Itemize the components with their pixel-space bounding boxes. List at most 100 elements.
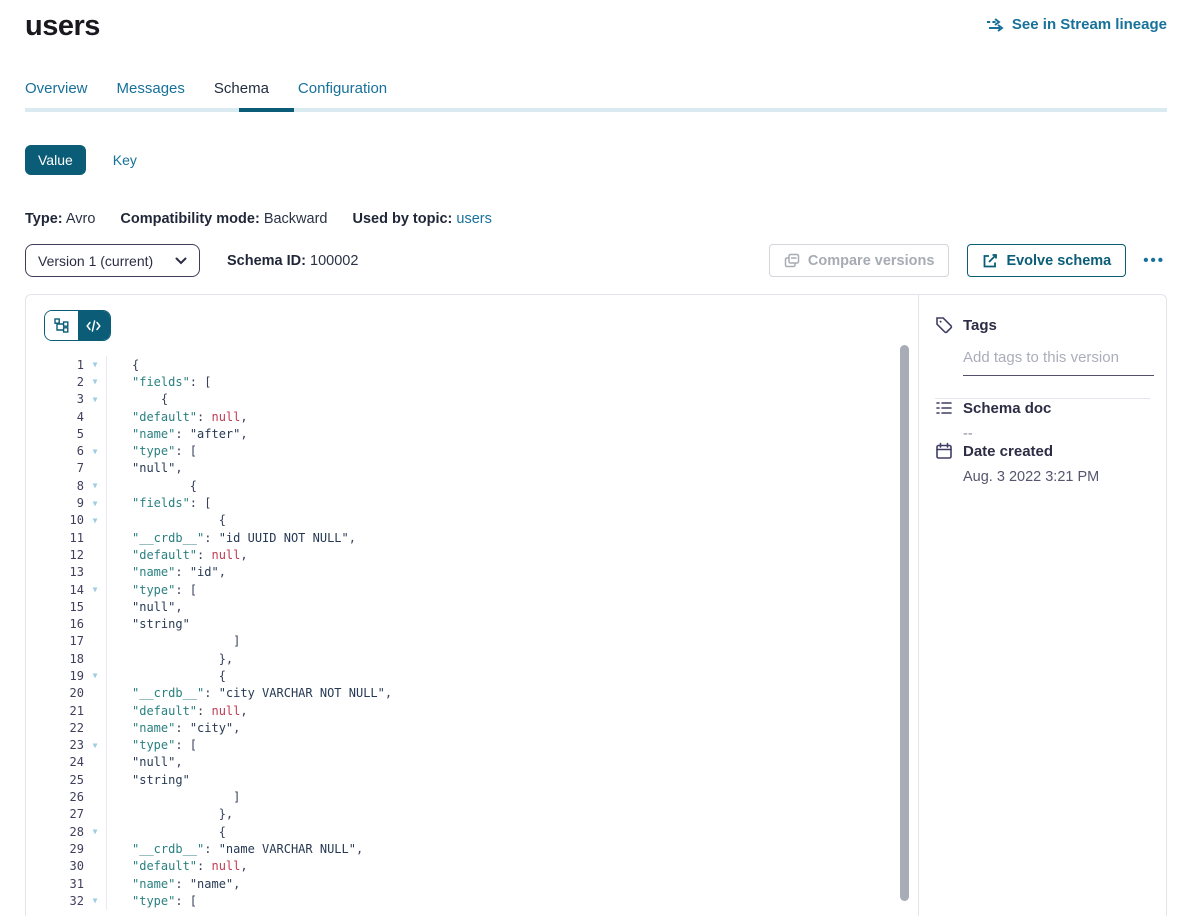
fold-arrow-icon[interactable]: ▼ — [84, 516, 106, 525]
date-created-heading: Date created — [963, 443, 1053, 460]
code-text: "default": null, — [106, 858, 918, 875]
value-toggle-button[interactable]: Value — [25, 145, 86, 175]
code-text: "name": "name", — [106, 875, 918, 892]
fold-arrow-icon[interactable]: ▼ — [84, 827, 106, 836]
schema-page: users See in Stream lineage Overview Mes… — [0, 0, 1189, 916]
code-text: "default": null, — [106, 702, 918, 719]
edit-icon — [982, 253, 998, 269]
code-text: ] — [106, 788, 918, 805]
fold-arrow-icon[interactable]: ▼ — [84, 585, 106, 594]
line-number: 31 — [26, 877, 84, 891]
line-number: 14 — [26, 583, 84, 597]
tab-configuration[interactable]: Configuration — [298, 80, 387, 97]
schema-code-editor[interactable]: 1▼{2▼ "fields": [3▼ {4 "default": null,5… — [26, 295, 919, 916]
tag-icon — [935, 316, 953, 334]
active-tab-indicator — [239, 108, 294, 112]
fold-arrow-icon[interactable]: ▼ — [84, 741, 106, 750]
fold-arrow-icon[interactable]: ▼ — [84, 499, 106, 508]
code-text: }, — [106, 806, 918, 823]
schema-id-value: 100002 — [310, 253, 358, 269]
code-line: 8▼ { — [26, 477, 918, 494]
code-text: { — [106, 823, 918, 840]
key-value-toggle: Value Key — [25, 145, 1167, 175]
tree-view-icon — [54, 318, 69, 333]
page-header: users See in Stream lineage — [25, 0, 1167, 43]
schema-controls-row: Version 1 (current) Schema ID: 100002 Co… — [25, 244, 1167, 277]
type-value: Avro — [66, 211, 96, 227]
code-line: 27 }, — [26, 806, 918, 823]
see-in-stream-lineage-link[interactable]: See in Stream lineage — [986, 16, 1167, 33]
line-number: 18 — [26, 652, 84, 666]
line-number: 24 — [26, 755, 84, 769]
compatibility-value: Backward — [264, 211, 328, 227]
code-text: { — [106, 477, 918, 494]
code-line: 9▼ "fields": [ — [26, 494, 918, 511]
code-line: 30 "default": null, — [26, 858, 918, 875]
line-number: 1 — [26, 358, 84, 372]
code-text: "name": "city", — [106, 719, 918, 736]
code-line: 26 ] — [26, 788, 918, 805]
topic-link[interactable]: users — [456, 211, 491, 227]
code-text: "null", — [106, 598, 918, 615]
line-number: 6 — [26, 444, 84, 458]
fold-arrow-icon[interactable]: ▼ — [84, 377, 106, 386]
line-number: 17 — [26, 634, 84, 648]
code-text: "null", — [106, 754, 918, 771]
code-view-button[interactable] — [78, 311, 111, 340]
schema-detail-panel: 1▼{2▼ "fields": [3▼ {4 "default": null,5… — [25, 294, 1167, 916]
fold-arrow-icon[interactable]: ▼ — [84, 360, 106, 369]
code-text: { — [106, 667, 918, 684]
fold-arrow-icon[interactable]: ▼ — [84, 481, 106, 490]
schema-doc-heading: Schema doc — [963, 400, 1051, 417]
code-text: "type": [ — [106, 892, 918, 909]
code-line: 12 "default": null, — [26, 546, 918, 563]
date-created-section: Date created Aug. 3 2022 3:21 PM — [935, 442, 1150, 485]
fold-arrow-icon[interactable]: ▼ — [84, 896, 106, 905]
chevron-down-icon — [175, 257, 187, 265]
code-line: 28▼ { — [26, 823, 918, 840]
code-line: 13 "name": "id", — [26, 564, 918, 581]
line-number: 26 — [26, 790, 84, 804]
tab-messages[interactable]: Messages — [117, 80, 185, 97]
fold-arrow-icon[interactable]: ▼ — [84, 671, 106, 680]
code-line: 6▼ "type": [ — [26, 442, 918, 459]
evolve-schema-button[interactable]: Evolve schema — [967, 244, 1126, 277]
used-by-topic-label: Used by topic: — [352, 211, 452, 227]
code-line: 19▼ { — [26, 667, 918, 684]
code-line: 4 "default": null, — [26, 408, 918, 425]
version-select[interactable]: Version 1 (current) — [25, 244, 200, 277]
evolve-schema-label: Evolve schema — [1006, 253, 1111, 269]
fold-arrow-icon[interactable]: ▼ — [84, 447, 106, 456]
schema-doc-section: Schema doc -- — [935, 399, 1150, 442]
code-line: 7 "null", — [26, 460, 918, 477]
code-text: { — [106, 391, 918, 408]
see-in-stream-lineage-label: See in Stream lineage — [1012, 16, 1167, 33]
line-number: 11 — [26, 531, 84, 545]
line-number: 27 — [26, 807, 84, 821]
code-text: "type": [ — [106, 442, 918, 459]
code-text: "type": [ — [106, 737, 918, 754]
line-number: 32 — [26, 894, 84, 908]
code-text: }, — [106, 650, 918, 667]
line-number: 15 — [26, 600, 84, 614]
fold-arrow-icon[interactable]: ▼ — [84, 395, 106, 404]
key-toggle-button[interactable]: Key — [113, 152, 137, 168]
more-options-button[interactable]: ••• — [1141, 249, 1167, 272]
line-number: 29 — [26, 842, 84, 856]
code-line: 14▼ "type": [ — [26, 581, 918, 598]
type-label: Type: — [25, 211, 63, 227]
line-number: 3 — [26, 392, 84, 406]
compatibility-field: Compatibility mode: Backward — [120, 211, 327, 227]
code-line: 5 "name": "after", — [26, 425, 918, 442]
code-text: "fields": [ — [106, 373, 918, 390]
line-number: 30 — [26, 859, 84, 873]
line-number: 16 — [26, 617, 84, 631]
line-number: 2 — [26, 375, 84, 389]
editor-vertical-scrollbar[interactable] — [900, 345, 909, 901]
add-tags-input[interactable] — [963, 347, 1154, 376]
line-number: 22 — [26, 721, 84, 735]
tab-schema[interactable]: Schema — [214, 80, 269, 97]
tree-view-button[interactable] — [45, 311, 78, 340]
tab-overview[interactable]: Overview — [25, 80, 88, 97]
compare-versions-button[interactable]: Compare versions — [769, 244, 950, 277]
